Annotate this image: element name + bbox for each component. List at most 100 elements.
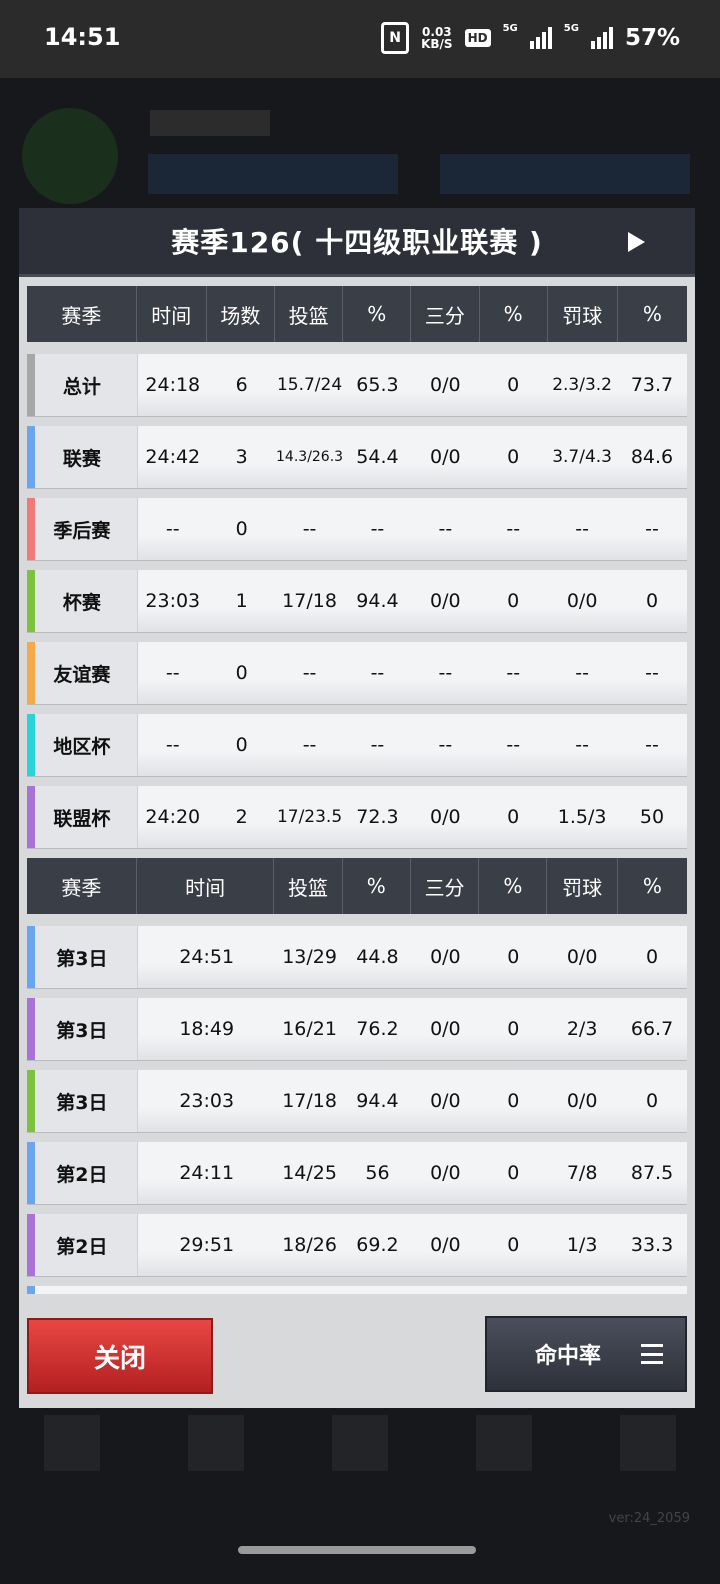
row-color-stripe xyxy=(27,642,35,704)
table-cell: 0/0 xyxy=(430,1234,461,1256)
summary-header-cell: 罚球 xyxy=(548,286,618,342)
signal-icon xyxy=(529,27,552,49)
network-speed: 0.03 KB/S xyxy=(421,26,452,50)
table-cell: -- xyxy=(302,662,317,684)
table-cell: 24:42 xyxy=(145,446,201,468)
stats-modal: 赛季126( 十四级职业联赛 ) 赛季 时间 场数 投篮% 三分% 罚球% 总计 24:18… xyxy=(19,208,695,1408)
table-cell: 1/3 xyxy=(566,1234,598,1256)
table-cell: 14.3/26.3 xyxy=(276,449,344,465)
table-cell: 15.7/24 xyxy=(276,375,343,395)
game-table-header: 赛季 时间 投篮% 三分% 罚球% xyxy=(27,858,687,914)
row-color-stripe xyxy=(27,714,35,776)
summary-header-cell: % xyxy=(642,302,662,326)
table-cell: 17/23.5 xyxy=(276,807,343,827)
status-bar: 14:51 N 0.03 KB/S HD 5G 5G 57% xyxy=(0,0,720,78)
table-row[interactable]: 第3日 24:51 13/29 44.8 0/0 0 0/0 0 xyxy=(27,926,687,988)
summary-table-header: 赛季 时间 场数 投篮% 三分% 罚球% xyxy=(27,286,687,342)
table-cell: 0 xyxy=(507,374,520,396)
modal-title: 赛季126( 十四级职业联赛 ) xyxy=(171,226,543,259)
status-time: 14:51 xyxy=(44,23,121,51)
table-cell: -- xyxy=(575,662,589,684)
table-row[interactable]: 联盟杯 24:20 2 17/23.5 72.3 0/0 0 1.5/3 50 xyxy=(27,786,687,848)
row-color-stripe xyxy=(27,354,35,416)
table-cell: 87.5 xyxy=(630,1162,674,1184)
play-icon[interactable] xyxy=(628,232,645,252)
summary-header-cell: 投篮 xyxy=(275,286,344,342)
table-row[interactable]: 总计 24:18 6 15.7/24 65.3 0/0 0 2.3/3.2 73.7 xyxy=(27,354,687,416)
table-row[interactable]: 季后赛 -- 0 -- -- -- -- -- -- xyxy=(27,498,687,560)
row-label: 联盟杯 xyxy=(27,786,138,848)
table-cell: -- xyxy=(438,734,453,756)
menu-icon xyxy=(641,1344,663,1364)
table-cell: 17/18 xyxy=(282,1090,337,1112)
table-cell: 3 xyxy=(235,446,248,468)
row-color-stripe xyxy=(27,926,35,988)
table-cell: 0/0 xyxy=(430,374,461,396)
table-cell: -- xyxy=(438,662,453,684)
summary-header-cell: 赛季 xyxy=(27,286,137,342)
table-row[interactable]: 第2日 29:51 18/26 69.2 0/0 0 1/3 33.3 xyxy=(27,1214,687,1276)
table-cell: 0/0 xyxy=(430,1162,461,1184)
table-cell: -- xyxy=(645,734,659,756)
row-label: 第3日 xyxy=(27,926,138,988)
table-cell: -- xyxy=(370,518,385,540)
game-header-cell: 时间 xyxy=(137,858,275,914)
table-cell: 0 xyxy=(507,1018,520,1040)
table-cell: -- xyxy=(575,518,589,540)
table-cell: 0 xyxy=(235,662,248,684)
summary-header-cell: 时间 xyxy=(137,286,207,342)
row-color-stripe xyxy=(27,570,35,632)
modal-footer: 关闭 命中率 xyxy=(19,1296,695,1408)
table-row[interactable]: 杯赛 23:03 1 17/18 94.4 0/0 0 0/0 0 xyxy=(27,570,687,632)
summary-header-cell: % xyxy=(480,286,548,342)
summary-header-cell: % xyxy=(343,286,412,342)
table-row-partial xyxy=(27,1286,687,1294)
nfc-icon: N xyxy=(381,22,410,54)
table-cell: 6 xyxy=(235,374,248,396)
sort-by-accuracy-button[interactable]: 命中率 xyxy=(485,1316,687,1392)
table-cell: 23:03 xyxy=(179,1090,235,1112)
home-indicator[interactable] xyxy=(238,1546,476,1554)
table-cell: 3.7/4.3 xyxy=(552,447,613,467)
row-color-stripe xyxy=(27,498,35,560)
table-cell: 0/0 xyxy=(430,446,461,468)
table-cell: 44.8 xyxy=(356,946,399,968)
hd-icon: HD xyxy=(464,29,491,47)
table-cell: 2.3/3.2 xyxy=(552,375,613,395)
table-row[interactable]: 地区杯 -- 0 -- -- -- -- -- -- xyxy=(27,714,687,776)
game-table-body[interactable]: 第3日 24:51 13/29 44.8 0/0 0 0/0 0 第3日 18:49 16/21 76… xyxy=(27,926,687,1276)
table-cell: 54.4 xyxy=(356,446,399,468)
table-cell: 14/25 xyxy=(282,1162,337,1184)
nav-icon xyxy=(620,1415,676,1471)
summary-header-cell: 三分 xyxy=(411,286,480,342)
row-color-stripe xyxy=(27,426,35,488)
table-cell: 0/0 xyxy=(566,1090,598,1112)
table-row[interactable]: 联赛 24:42 3 14.3/26.3 54.4 0/0 0 3.7/4.3 84.6 xyxy=(27,426,687,488)
table-cell: 0/0 xyxy=(430,1090,461,1112)
table-cell: 2 xyxy=(235,806,248,828)
sort-button-label: 命中率 xyxy=(535,1344,602,1369)
table-cell: 0/0 xyxy=(566,590,598,612)
table-cell: 56 xyxy=(365,1162,390,1184)
table-cell: 24:18 xyxy=(145,374,201,396)
table-cell: 0 xyxy=(645,1090,659,1112)
table-row[interactable]: 第3日 23:03 17/18 94.4 0/0 0 0/0 0 xyxy=(27,1070,687,1132)
table-cell: 94.4 xyxy=(356,590,399,612)
table-row[interactable]: 第3日 18:49 16/21 76.2 0/0 0 2/3 66.7 xyxy=(27,998,687,1060)
table-cell: -- xyxy=(165,662,180,684)
row-label: 杯赛 xyxy=(27,570,138,632)
game-header-cell: % xyxy=(343,858,411,914)
table-row[interactable]: 友谊赛 -- 0 -- -- -- -- -- -- xyxy=(27,642,687,704)
table-row[interactable]: 第2日 24:11 14/25 56 0/0 0 7/8 87.5 xyxy=(27,1142,687,1204)
table-cell: -- xyxy=(506,734,521,756)
table-cell: 0 xyxy=(507,590,520,612)
table-cell: 0 xyxy=(235,518,248,540)
sim1-5g-label: 5G xyxy=(502,22,518,34)
table-cell: 0 xyxy=(645,946,659,968)
table-cell: 65.3 xyxy=(356,374,399,396)
close-button[interactable]: 关闭 xyxy=(27,1318,213,1394)
table-cell: 2/3 xyxy=(566,1018,598,1040)
table-cell: 24:20 xyxy=(145,806,201,828)
table-cell: -- xyxy=(302,518,317,540)
table-cell: 24:11 xyxy=(179,1162,235,1184)
